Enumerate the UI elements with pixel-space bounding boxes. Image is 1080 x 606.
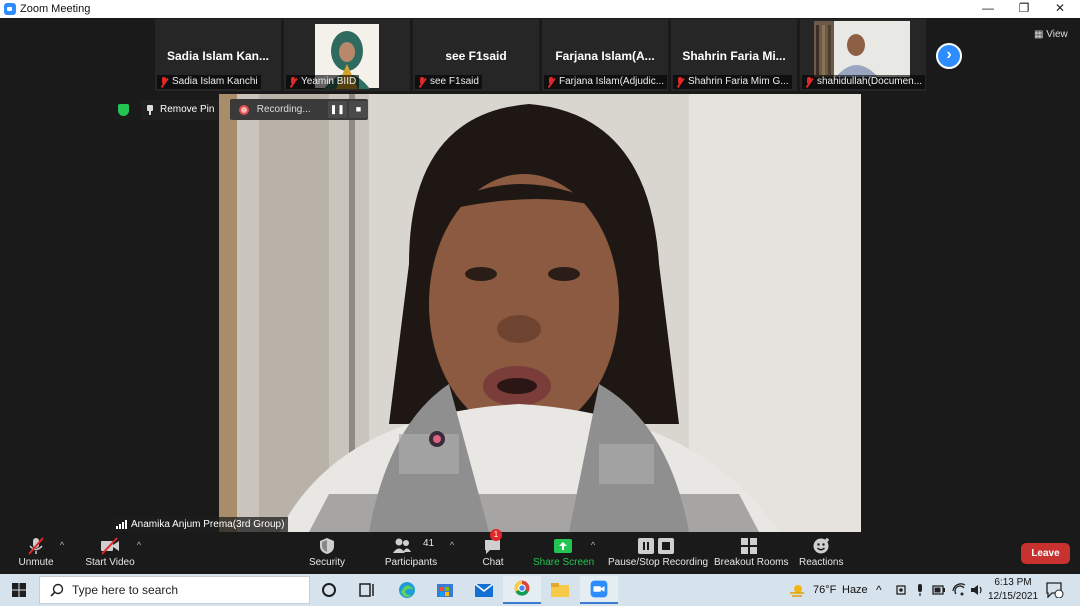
weather-desc[interactable]: Haze — [842, 574, 868, 606]
muted-mic-icon — [675, 76, 685, 88]
video-options-caret[interactable]: ^ — [134, 540, 144, 550]
participant-label: Yeamin BIID — [286, 75, 360, 89]
share-screen-icon — [554, 539, 572, 553]
cortana-icon[interactable] — [310, 576, 348, 604]
camera-tray-icon[interactable] — [896, 584, 908, 596]
muted-mic-icon — [417, 76, 427, 88]
recording-label: Recording... — [256, 104, 311, 115]
window-title: Zoom Meeting — [20, 3, 91, 15]
microphone-tray-icon[interactable] — [915, 583, 925, 597]
participant-display-name: see F1said — [445, 49, 507, 63]
participant-thumbnail[interactable]: Sadia Islam Kan... Sadia Islam Kanchi — [155, 19, 281, 91]
taskbar-search-input[interactable]: Type here to search — [39, 576, 310, 604]
shield-icon — [320, 538, 334, 554]
encryption-shield-icon — [118, 104, 129, 116]
participant-thumbnail[interactable]: Yeamin BIID — [284, 19, 410, 91]
participant-label: see F1said — [415, 75, 482, 89]
wifi-icon[interactable] — [952, 583, 966, 597]
pin-icon — [146, 105, 154, 115]
edge-browser-icon[interactable] — [388, 576, 426, 604]
muted-mic-icon — [546, 76, 556, 88]
participant-display-name: Farjana Islam(A... — [555, 49, 655, 63]
participant-thumbnail[interactable]: shahidullah(Documen... — [800, 19, 926, 91]
participant-thumbnail[interactable]: Shahrin Faria Mi... Shahrin Faria Mim G.… — [671, 19, 797, 91]
remove-pin-button[interactable]: Remove Pin — [141, 100, 220, 120]
pause-stop-recording-button[interactable]: Pause/Stop Recording — [608, 532, 708, 574]
participant-display-name: Shahrin Faria Mi... — [682, 49, 786, 63]
muted-mic-icon — [159, 76, 169, 88]
participant-gallery: Sadia Islam Kan... Sadia Islam Kanchi Ye… — [0, 18, 1080, 94]
mail-icon[interactable] — [465, 576, 503, 604]
task-view-icon[interactable] — [348, 576, 386, 604]
search-icon — [50, 583, 64, 597]
view-button[interactable]: ▦ View — [1030, 27, 1072, 43]
speaker-video-frame — [219, 94, 861, 532]
share-options-caret[interactable]: ^ — [588, 540, 598, 550]
recording-indicator: Recording... ❚❚ ■ — [230, 99, 369, 120]
breakout-rooms-icon — [741, 538, 757, 554]
microsoft-store-icon[interactable] — [426, 576, 464, 604]
pause-recording-button[interactable]: ❚❚ — [327, 101, 347, 118]
taskbar-clock[interactable]: 6:13 PM 12/15/2021 — [984, 576, 1042, 604]
participant-label: Farjana Islam(Adjudic... — [544, 75, 668, 89]
clock-time: 6:13 PM — [994, 577, 1032, 588]
reactions-button[interactable]: Reactions — [799, 532, 843, 574]
recording-dot-icon — [239, 104, 249, 115]
chrome-icon[interactable] — [503, 576, 541, 604]
chat-button[interactable]: 1 Chat — [476, 529, 510, 574]
reactions-icon — [813, 538, 829, 554]
security-button[interactable]: Security — [305, 532, 349, 574]
participant-display-name: Sadia Islam Kan... — [166, 49, 270, 63]
pause-stop-icon — [638, 538, 674, 554]
participant-thumbnail[interactable]: Farjana Islam(A... Farjana Islam(Adjudic… — [542, 19, 668, 91]
meeting-toolbar: Unmute ^ Start Video ^ Security 41 Parti… — [0, 529, 1080, 574]
participant-label: Sadia Islam Kanchi — [157, 75, 261, 89]
start-video-button[interactable]: Start Video — [82, 532, 138, 574]
stop-recording-button[interactable]: ■ — [348, 101, 369, 118]
active-speaker-video — [219, 94, 861, 532]
zoom-app-icon — [4, 3, 16, 15]
file-explorer-icon[interactable] — [541, 576, 579, 604]
battery-icon[interactable] — [932, 585, 946, 595]
participant-label: shahidullah(Documen... — [802, 75, 926, 89]
participant-label: Shahrin Faria Mim G... — [673, 75, 792, 89]
participants-options-caret[interactable]: ^ — [447, 540, 457, 550]
video-off-icon — [101, 537, 119, 555]
windows-taskbar: Type here to search 76°F Haze ^ 6:13 PM … — [0, 574, 1080, 606]
muted-mic-icon — [288, 76, 298, 88]
participants-icon — [393, 538, 411, 553]
leave-button[interactable]: Leave — [1021, 543, 1070, 564]
minimize-icon[interactable]: — — [970, 0, 1006, 18]
participants-count: 41 — [423, 538, 435, 549]
muted-mic-icon — [28, 537, 44, 555]
next-page-button[interactable]: › — [936, 43, 962, 69]
pin-controls: Remove Pin — [118, 100, 220, 120]
windows-start-icon[interactable] — [0, 574, 38, 606]
speaker-name-label: Anamika Anjum Prema(3rd Group) — [112, 517, 289, 532]
participant-thumbnail[interactable]: see F1said see F1said — [413, 19, 539, 91]
weather-temp[interactable]: 76°F — [813, 574, 836, 606]
unmute-button[interactable]: Unmute — [14, 532, 58, 574]
breakout-rooms-button[interactable]: Breakout Rooms — [714, 532, 788, 574]
clock-date: 12/15/2021 — [987, 591, 1039, 602]
notifications-icon[interactable] — [1046, 582, 1064, 598]
close-icon[interactable]: ✕ — [1042, 0, 1078, 18]
signal-bars-icon — [116, 520, 128, 529]
muted-mic-icon — [804, 76, 814, 88]
restore-icon[interactable]: ❐ — [1006, 0, 1042, 18]
zoom-taskbar-icon[interactable] — [580, 576, 618, 604]
weather-haze-icon — [790, 585, 804, 597]
show-hidden-icons-chevron[interactable]: ^ — [876, 574, 882, 606]
chat-unread-badge: 1 — [490, 529, 502, 541]
volume-icon[interactable] — [970, 583, 984, 597]
window-titlebar: Zoom Meeting — ❐ ✕ — [0, 0, 1080, 18]
share-screen-button[interactable]: Share Screen — [533, 532, 594, 574]
audio-options-caret[interactable]: ^ — [57, 540, 67, 550]
participants-button[interactable]: 41 Participants — [382, 532, 440, 574]
